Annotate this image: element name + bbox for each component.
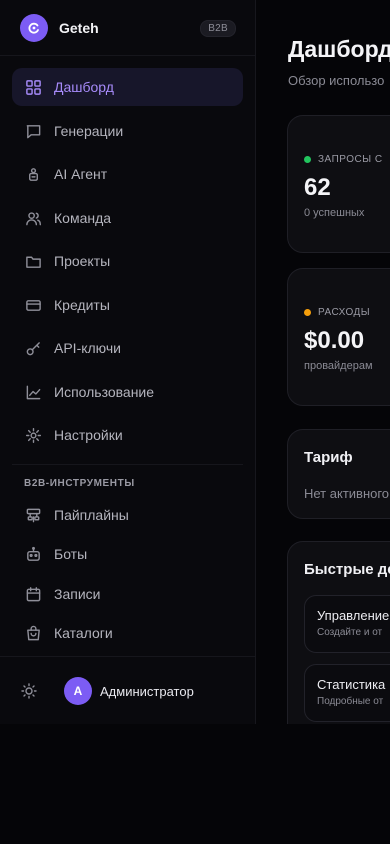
sidebar-item-team[interactable]: Команда: [12, 199, 243, 237]
users-icon: [24, 209, 42, 227]
sidebar-item-projects[interactable]: Проекты: [12, 242, 243, 280]
sidebar-item-label: Проекты: [54, 253, 111, 269]
sidebar-item-dashboard[interactable]: Дашборд: [12, 68, 243, 106]
sidebar-item-generations[interactable]: Генерации: [12, 112, 243, 150]
plan-text: Нет активного: [304, 486, 390, 501]
bag-icon: [24, 624, 42, 642]
stat-sub: провайдерам: [304, 360, 373, 372]
sidebar-item-label: Записи: [54, 586, 101, 602]
stat-card-requests: ЗАПРОСЫ С 62 0 успешных: [287, 115, 390, 253]
sidebar-item-records[interactable]: Записи: [12, 575, 243, 613]
sidebar-item-ai-agent[interactable]: AI Агент: [12, 155, 243, 193]
divider: [0, 55, 255, 56]
chat-icon: [24, 122, 42, 140]
sidebar-item-credits[interactable]: Кредиты: [12, 286, 243, 324]
page-title: Дашборд: [288, 36, 390, 62]
brand[interactable]: Geteh B2B: [20, 14, 236, 42]
robot-icon: [24, 165, 42, 183]
brand-name: Geteh: [59, 20, 99, 36]
folder-icon: [24, 252, 42, 270]
sun-icon[interactable]: [20, 682, 38, 700]
sidebar-item-label: Боты: [54, 546, 88, 562]
sidebar-item-settings[interactable]: Настройки: [12, 416, 243, 454]
sidebar-item-api-keys[interactable]: API-ключи: [12, 329, 243, 367]
section-title-b2b: B2B-ИНСТРУМЕНТЫ: [24, 478, 135, 489]
stat-label: РАСХОДЫ: [304, 307, 370, 318]
stat-sub: 0 успешных: [304, 207, 365, 219]
divider: [0, 656, 255, 657]
card-icon: [24, 296, 42, 314]
empty-area: [0, 724, 390, 844]
quick-actions-title: Быстрые де: [304, 561, 390, 578]
stat-value: 62: [304, 174, 331, 201]
sidebar-item-label: Каталоги: [54, 625, 113, 641]
sidebar-item-label: Пайплайны: [54, 507, 129, 523]
plan-title: Тариф: [304, 449, 353, 466]
bot-icon: [24, 545, 42, 563]
main-content: Дашборд Обзор использо ЗАПРОСЫ С 62 0 ус…: [256, 0, 390, 724]
quick-action-statistics[interactable]: Статистика Подробные от: [304, 664, 390, 722]
sidebar-item-label: Настройки: [54, 427, 123, 443]
action-sub: Создайте и от: [317, 627, 383, 638]
stat-value: $0.00: [304, 327, 365, 354]
pipeline-icon: [24, 506, 42, 524]
action-title: Управление: [317, 608, 390, 623]
avatar[interactable]: A: [64, 677, 92, 705]
chart-icon: [24, 383, 42, 401]
sidebar-item-bots[interactable]: Боты: [12, 535, 243, 573]
sidebar-item-label: Генерации: [54, 123, 124, 139]
sidebar-item-usage[interactable]: Использование: [12, 373, 243, 411]
stat-card-expenses: РАСХОДЫ $0.00 провайдерам: [287, 268, 390, 406]
plan-badge: B2B: [200, 19, 236, 37]
calendar-icon: [24, 585, 42, 603]
user-row: A Администратор: [0, 670, 255, 712]
status-dot-icon: [304, 156, 311, 163]
sidebar-item-pipelines[interactable]: Пайплайны: [12, 496, 243, 534]
action-sub: Подробные от: [317, 696, 384, 707]
stat-label-text: РАСХОДЫ: [318, 307, 371, 318]
sidebar-item-label: Дашборд: [54, 79, 114, 95]
status-dot-icon: [304, 309, 311, 316]
sidebar-item-label: Кредиты: [54, 297, 110, 313]
page-subtitle: Обзор использо: [288, 73, 385, 88]
logo-icon: [20, 14, 48, 42]
sidebar: Geteh B2B Дашборд Генерации AI Агент Ком…: [0, 0, 256, 724]
action-title: Статистика: [317, 677, 386, 692]
user-name[interactable]: Администратор: [100, 684, 194, 699]
stat-label-text: ЗАПРОСЫ С: [318, 154, 383, 165]
key-icon: [24, 339, 42, 357]
stat-label: ЗАПРОСЫ С: [304, 154, 383, 165]
sidebar-item-label: AI Агент: [54, 166, 108, 182]
grid-icon: [24, 78, 42, 96]
sidebar-item-label: API-ключи: [54, 340, 121, 356]
quick-actions-card: Быстрые де Управление Создайте и от Стат…: [287, 541, 390, 724]
sidebar-item-label: Использование: [54, 384, 155, 400]
divider: [12, 464, 243, 465]
sidebar-item-catalogs[interactable]: Каталоги: [12, 614, 243, 652]
quick-action-management[interactable]: Управление Создайте и от: [304, 595, 390, 653]
plan-card: Тариф Нет активного: [287, 429, 390, 519]
sidebar-item-label: Команда: [54, 210, 112, 226]
gear-icon: [24, 426, 42, 444]
